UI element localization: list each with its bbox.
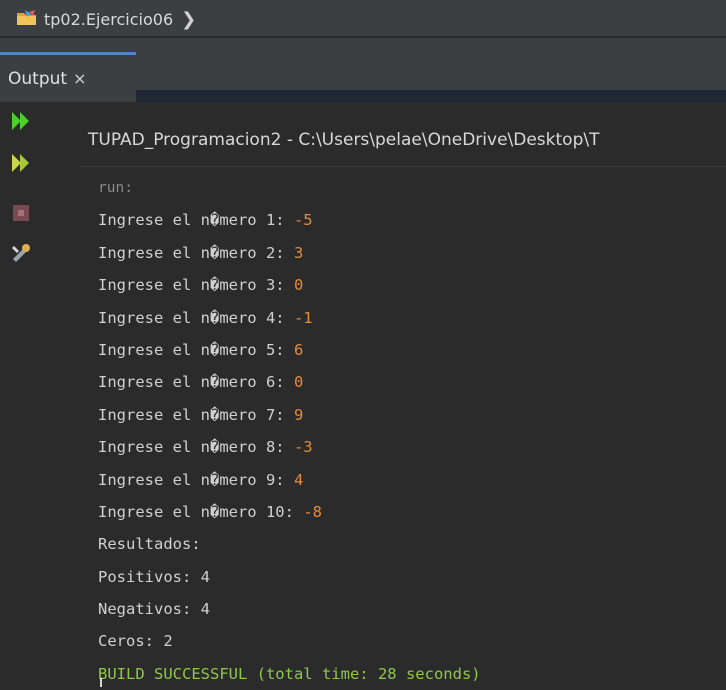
input-value: 4 <box>293 470 304 489</box>
rerun-icon[interactable] <box>10 110 32 132</box>
prompt-text: Ingrese el n�mero 6: <box>98 373 294 392</box>
prompt-text: Ingrese el n�mero 5: <box>98 340 294 359</box>
prompt-line: Ingrese el n�mero 4: -1 <box>98 302 718 334</box>
tab-output[interactable]: Output × <box>0 52 136 102</box>
prompt-line: Ingrese el n�mero 5: 6 <box>98 334 718 366</box>
prompt-text: Ingrese el n�mero 10: <box>98 502 304 521</box>
prompt-line: Ingrese el n�mero 2: 3 <box>98 237 718 269</box>
prompt-line: Ingrese el n�mero 3: 0 <box>98 269 718 301</box>
input-value: 0 <box>293 373 304 392</box>
input-value: 3 <box>293 243 304 262</box>
prompt-line: Ingrese el n�mero 7: 9 <box>98 399 718 431</box>
prompt-text: Ingrese el n�mero 4: <box>98 308 294 327</box>
chevron-right-icon: ❯ <box>181 8 197 30</box>
prompt-text: Ingrese el n�mero 3: <box>98 276 294 295</box>
prompt-line: Ingrese el n�mero 10: -8 <box>98 496 718 528</box>
close-icon[interactable]: × <box>73 69 86 88</box>
positives-count: Positivos: 4 <box>98 567 210 586</box>
breadcrumb-item-project[interactable]: tp02.Ejercicio06 ❯ <box>16 6 196 32</box>
prompt-text: Ingrese el n�mero 9: <box>98 470 294 489</box>
project-folder-icon <box>16 8 38 30</box>
breadcrumb: tp02.Ejercicio06 ❯ <box>0 0 726 38</box>
prompt-text: Ingrese el n�mero 1: <box>98 211 294 230</box>
output-toolbar <box>0 102 80 687</box>
zeros-count: Ceros: 2 <box>98 632 173 651</box>
prompt-text: Ingrese el n�mero 8: <box>98 438 294 457</box>
input-value: -3 <box>293 438 313 457</box>
prompt-line: Ingrese el n�mero 9: 4 <box>98 464 718 496</box>
input-value: -8 <box>303 502 322 521</box>
build-status: BUILD SUCCESSFUL (total time: 28 seconds… <box>98 664 481 683</box>
breadcrumb-label: tp02.Ejercicio06 <box>44 9 174 29</box>
tab-bar: Output × <box>0 38 726 140</box>
input-value: 0 <box>293 276 304 295</box>
prompt-line: Ingrese el n�mero 8: -3 <box>98 431 718 463</box>
output-title: TUPAD_Programacion2 - C:\Users\pelae\One… <box>88 130 600 150</box>
prompt-text: Ingrese el n�mero 7: <box>98 405 294 424</box>
input-value: 6 <box>293 340 304 359</box>
negatives-count: Negativos: 4 <box>98 600 210 619</box>
rerun-with-options-icon[interactable] <box>10 152 32 174</box>
input-value: 9 <box>293 405 304 424</box>
input-value: -5 <box>293 211 313 230</box>
prompt-text: Ingrese el n�mero 2: <box>98 243 294 262</box>
prompt-line: Ingrese el n�mero 6: 0 <box>98 366 718 398</box>
output-panel[interactable]: TUPAD_Programacion2 - C:\Users\pelae\One… <box>80 102 726 687</box>
settings-tools-icon[interactable] <box>10 242 32 264</box>
tab-label: Output <box>8 68 68 89</box>
prompt-line: Ingrese el n�mero 1: -5 <box>98 204 718 236</box>
divider <box>80 166 726 167</box>
stop-icon[interactable] <box>10 202 32 224</box>
results-heading: Resultados: <box>98 535 201 554</box>
input-value: -1 <box>293 308 313 327</box>
text-cursor <box>100 678 102 687</box>
run-line: run: <box>98 180 133 196</box>
console-output[interactable]: run: Ingrese el n�mero 1: -5 Ingrese el … <box>98 172 718 690</box>
